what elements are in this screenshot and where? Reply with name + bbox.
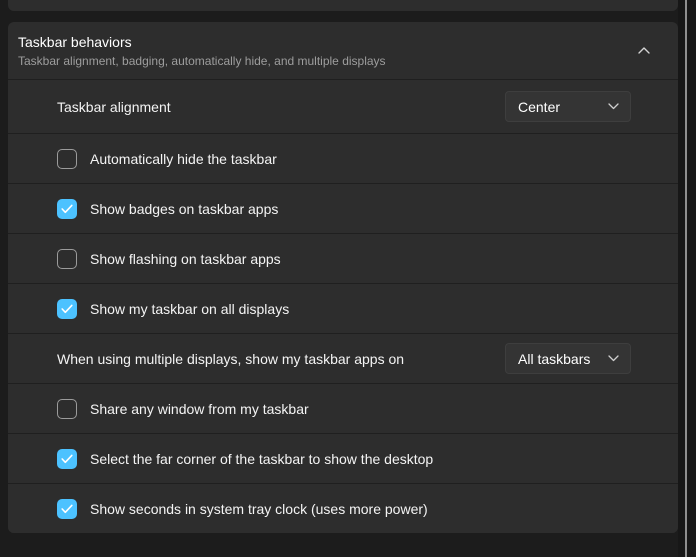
scrollbar[interactable] [685, 0, 687, 557]
checkbox-label: Share any window from my taskbar [90, 401, 309, 417]
checkbox-box[interactable] [57, 449, 77, 469]
dropdown-when-using-multiple-displays-show-my-taskbar-apps-on[interactable]: All taskbars [505, 343, 631, 374]
check-icon [61, 504, 73, 514]
settings-rows: Taskbar alignment Center Automatically h… [8, 79, 678, 533]
checkbox-label: Show my taskbar on all displays [90, 301, 289, 317]
section-subtitle: Taskbar alignment, badging, automaticall… [18, 54, 386, 69]
checkbox-label: Select the far corner of the taskbar to … [90, 451, 433, 467]
checkbox-box[interactable] [57, 249, 77, 269]
expander-header-text: Taskbar behaviors Taskbar alignment, bad… [18, 33, 386, 69]
section-title: Taskbar behaviors [18, 33, 386, 51]
checkbox-select-the-far-corner-of-the-taskbar-to-show-the-desktop[interactable]: Select the far corner of the taskbar to … [57, 449, 433, 469]
checkbox-box[interactable] [57, 299, 77, 319]
expander-header[interactable]: Taskbar behaviors Taskbar alignment, bad… [8, 22, 678, 79]
chevron-down-icon [608, 103, 619, 110]
setting-row-when-using-multiple-displays-show-my-taskbar-apps-on: When using multiple displays, show my ta… [8, 333, 678, 383]
window-right-gutter [678, 0, 696, 557]
checkbox-label: Show seconds in system tray clock (uses … [90, 501, 428, 517]
checkbox-show-badges-on-taskbar-apps[interactable]: Show badges on taskbar apps [57, 199, 278, 219]
setting-label: When using multiple displays, show my ta… [57, 351, 404, 367]
checkbox-show-seconds-in-system-tray-clock-uses-more-power[interactable]: Show seconds in system tray clock (uses … [57, 499, 428, 519]
checkbox-automatically-hide-the-taskbar[interactable]: Automatically hide the taskbar [57, 149, 277, 169]
previous-section-card-bottom [8, 0, 678, 11]
checkbox-share-any-window-from-my-taskbar[interactable]: Share any window from my taskbar [57, 399, 309, 419]
checkbox-box[interactable] [57, 199, 77, 219]
checkbox-label: Automatically hide the taskbar [90, 151, 277, 167]
chevron-up-icon[interactable] [631, 38, 657, 64]
setting-row-show-flashing-on-taskbar-apps: Show flashing on taskbar apps [8, 233, 678, 283]
setting-row-taskbar-alignment: Taskbar alignment Center [8, 79, 678, 133]
dropdown-value: Center [518, 99, 560, 115]
checkbox-label: Show flashing on taskbar apps [90, 251, 281, 267]
check-icon [61, 304, 73, 314]
taskbar-behaviors-expander: Taskbar behaviors Taskbar alignment, bad… [8, 22, 678, 533]
checkbox-box[interactable] [57, 399, 77, 419]
setting-row-show-badges-on-taskbar-apps: Show badges on taskbar apps [8, 183, 678, 233]
setting-row-share-any-window-from-my-taskbar: Share any window from my taskbar [8, 383, 678, 433]
settings-page: Taskbar behaviors Taskbar alignment, bad… [0, 0, 696, 557]
chevron-down-icon [608, 355, 619, 362]
setting-row-show-my-taskbar-on-all-displays: Show my taskbar on all displays [8, 283, 678, 333]
setting-row-select-the-far-corner-of-the-taskbar-to-show-the-desktop: Select the far corner of the taskbar to … [8, 433, 678, 483]
setting-label: Taskbar alignment [57, 99, 171, 115]
checkbox-box[interactable] [57, 499, 77, 519]
setting-row-show-seconds-in-system-tray-clock-uses-more-power: Show seconds in system tray clock (uses … [8, 483, 678, 533]
dropdown-value: All taskbars [518, 351, 590, 367]
check-icon [61, 204, 73, 214]
check-icon [61, 454, 73, 464]
checkbox-show-my-taskbar-on-all-displays[interactable]: Show my taskbar on all displays [57, 299, 289, 319]
checkbox-box[interactable] [57, 149, 77, 169]
checkbox-label: Show badges on taskbar apps [90, 201, 278, 217]
checkbox-show-flashing-on-taskbar-apps[interactable]: Show flashing on taskbar apps [57, 249, 281, 269]
dropdown-taskbar-alignment[interactable]: Center [505, 91, 631, 122]
setting-row-automatically-hide-the-taskbar: Automatically hide the taskbar [8, 133, 678, 183]
